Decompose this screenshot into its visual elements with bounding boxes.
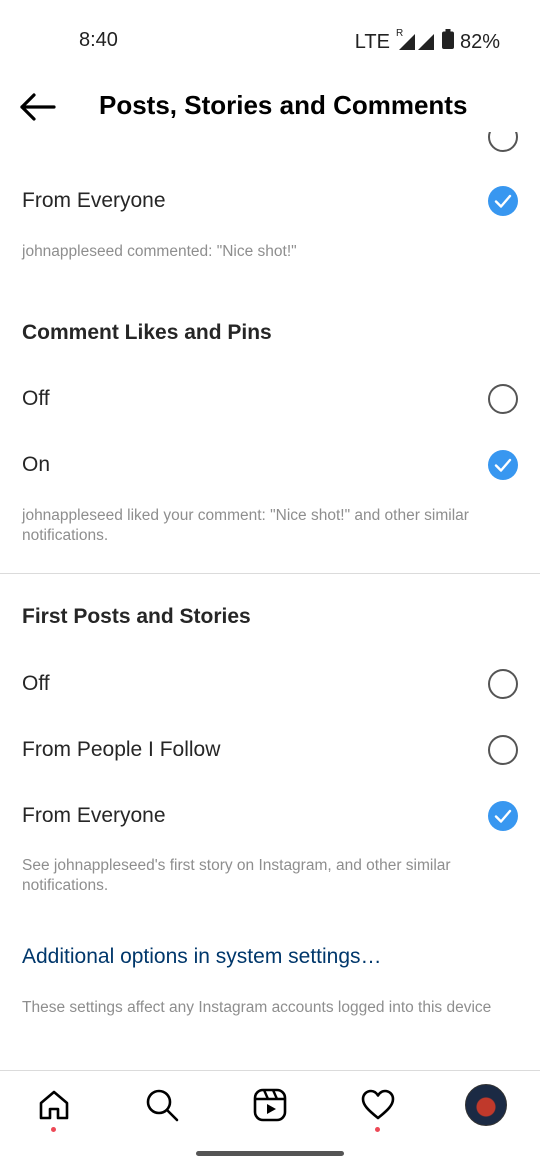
option-label: From Everyone [22,189,166,212]
comment-likes-option-off[interactable]: Off [0,369,540,429]
comment-likes-option-on[interactable]: On [0,435,540,495]
page-title: Posts, Stories and Comments [99,90,468,120]
battery-icon [441,29,454,55]
home-icon [39,1090,69,1120]
radio-unchecked[interactable] [488,669,518,699]
radio-checked[interactable] [488,801,518,831]
option-label: From Everyone [22,804,166,827]
first-posts-option-everyone[interactable]: From Everyone [0,786,540,846]
tab-home[interactable] [36,1087,72,1123]
first-posts-option-off[interactable]: Off [0,654,540,714]
activity-notification-dot [375,1127,380,1132]
checkmark-icon [494,458,512,472]
comments-description: johnappleseed commented: "Nice shot!" [22,243,297,260]
roaming-label: R [395,28,404,39]
status-bar: 8:40 LTE R 82% [0,0,540,80]
radio-checked[interactable] [488,450,518,480]
section-divider [0,573,540,574]
heart-icon [361,1089,395,1120]
option-label: On [22,453,51,476]
first-posts-description: See johnappleseed's first story on Insta… [22,857,451,894]
header: Posts, Stories and Comments [0,80,540,132]
tab-activity[interactable] [360,1087,396,1123]
bottom-tab-bar [0,1070,540,1141]
option-label: Off [22,672,50,695]
checkmark-icon [494,194,512,208]
status-time: 8:40 [79,29,118,51]
radio-partial-top[interactable] [488,132,518,152]
additional-options-link[interactable]: Additional options in system settings… [22,945,382,969]
option-label: Off [22,387,50,410]
radio-checked[interactable] [488,186,518,216]
search-icon [146,1089,179,1122]
first-posts-title: First Posts and Stories [22,605,251,628]
checkmark-icon [494,809,512,823]
option-label: From People I Follow [22,738,221,761]
first-posts-option-following[interactable]: From People I Follow [0,720,540,780]
back-arrow-icon [20,93,56,121]
back-button[interactable] [18,90,58,124]
settings-list[interactable]: From Everyone johnappleseed commented: "… [0,132,540,1070]
home-indicator [196,1151,344,1156]
comments-option-everyone[interactable]: From Everyone [0,171,540,231]
radio-unchecked[interactable] [488,384,518,414]
footer-note: These settings affect any Instagram acco… [22,999,492,1016]
comment-likes-title: Comment Likes and Pins [22,321,272,344]
battery-level: 82% [459,30,500,53]
network-label: LTE [354,30,390,53]
tab-reels[interactable] [252,1087,288,1123]
reels-icon [253,1088,287,1122]
tab-search[interactable] [144,1087,180,1123]
profile-avatar[interactable] [465,1084,507,1126]
radio-unchecked[interactable] [488,735,518,765]
signal-icon: R [396,28,436,52]
comment-likes-description: johnappleseed liked your comment: "Nice … [22,507,469,544]
home-notification-dot [51,1127,56,1132]
status-indicators: LTE R 82% [354,28,500,55]
